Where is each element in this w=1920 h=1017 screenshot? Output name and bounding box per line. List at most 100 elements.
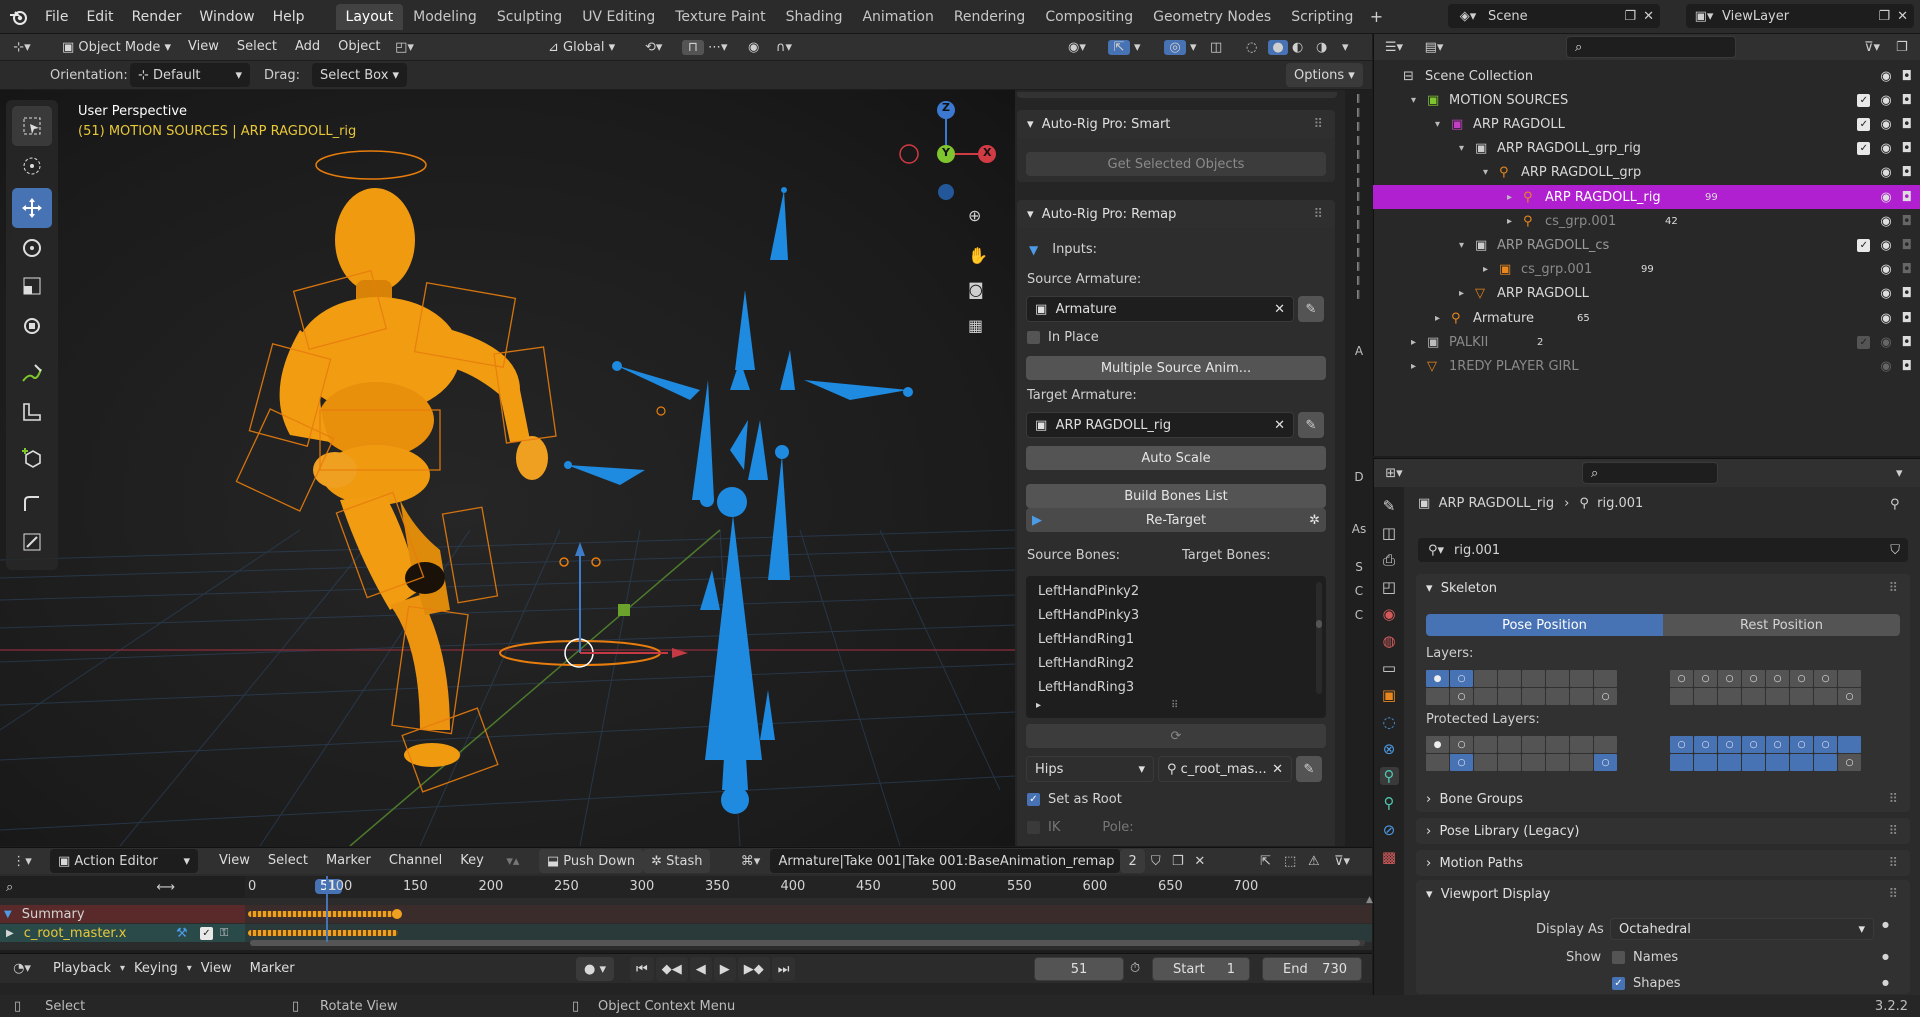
workspace-tab-shading[interactable]: Shading <box>776 4 853 30</box>
play-icon[interactable]: ▶ <box>713 957 736 981</box>
eye-icon[interactable]: ◉ <box>1880 214 1891 229</box>
snap-target-icon[interactable]: ⋯▾ <box>708 40 728 55</box>
proportional-edit-icon[interactable]: ◉ <box>748 40 759 55</box>
sidebar-tab-stack[interactable]: ∥ ∥ ∥ ∥ ∥ ∥ ∥ ∥ ∥ ∥ ∥ ∥ ∥ ∥ ∥ <box>1347 94 1369 334</box>
list-resize-handle-icon[interactable]: ⠿ <box>1171 700 1178 711</box>
keyframe-end-dot[interactable] <box>392 909 402 919</box>
new-scene-icon[interactable]: ❐ <box>1624 9 1636 24</box>
play-reverse-icon[interactable]: ◀ <box>689 957 712 981</box>
horizontal-scrollbar[interactable] <box>250 940 1365 946</box>
drag-handle-icon[interactable]: ⠿ <box>1888 856 1898 871</box>
cursor-tool-icon[interactable] <box>12 146 52 186</box>
show-hidden-icon[interactable]: ⬚ <box>1284 854 1296 869</box>
zoom-icon[interactable]: ⊕ <box>968 206 981 225</box>
transform-tool-icon[interactable] <box>12 306 52 346</box>
vp-menu-select[interactable]: Select <box>228 34 286 60</box>
transform-orientation-dropdown[interactable]: ⊿ Global ▾ <box>540 35 624 59</box>
options-dropdown[interactable]: Options ▾ <box>1286 63 1363 87</box>
display-as-dropdown[interactable]: Octahedral ▾ <box>1610 918 1874 940</box>
channel-checkbox[interactable]: ✓ <box>200 927 213 940</box>
inputs-toggle[interactable]: ▼ Inputs: <box>1029 242 1097 257</box>
material-shading-icon[interactable]: ◐ <box>1292 40 1303 55</box>
armature-data-block[interactable]: ⚲▾ rig.001 ⛉ <box>1418 538 1908 562</box>
protected-layers-grid-a[interactable]: ● ○ ○ ○ <box>1426 736 1617 771</box>
drag-handle-icon[interactable]: ⠿ <box>1313 117 1323 132</box>
outliner-row-arp-ragdoll[interactable]: ▾ ▣ ARP RAGDOLL ✓ ◉ ◘ <box>1373 112 1920 136</box>
unlink-action-icon[interactable]: ✕ <box>1189 854 1211 869</box>
properties-editor-icon[interactable]: ⊞▾ <box>1374 466 1414 481</box>
fake-user-icon[interactable]: ⛉ <box>1145 854 1167 869</box>
drag-handle-icon[interactable]: ⠿ <box>1888 887 1898 902</box>
list-item[interactable]: LeftHandPinky3 <box>1038 608 1139 623</box>
ae-menu-channel[interactable]: Channel <box>380 848 451 874</box>
sidebar-tab-s[interactable]: S <box>1347 560 1371 574</box>
camera-icon[interactable]: ◘ <box>1902 335 1912 350</box>
sidebar-tab-c[interactable]: C <box>1347 584 1371 598</box>
bones-list[interactable]: LeftHandPinky2 LeftHandPinky3 LeftHandRi… <box>1026 576 1326 718</box>
layer-arrows-icon[interactable]: ▾▴ <box>493 854 533 869</box>
jump-end-icon[interactable]: ⏭ <box>771 957 796 981</box>
channel-keyframe-strip[interactable] <box>248 930 398 936</box>
properties-search[interactable]: ⌕ <box>1582 462 1718 484</box>
stash-button[interactable]: ✲ Stash <box>643 849 711 873</box>
source-armature-field[interactable]: ▣ Armature ✕ <box>1026 296 1294 322</box>
eye-icon[interactable]: ◉ <box>1880 262 1891 277</box>
expand-arrow-icon[interactable]: ▼ <box>4 909 12 920</box>
eye-icon[interactable]: ◉ <box>1880 335 1891 350</box>
tool-tab-icon[interactable]: ✎ <box>1383 497 1396 515</box>
gizmos-dropdown-icon[interactable]: ▾ <box>1134 40 1141 55</box>
viewlayer-selector[interactable]: ▣▾ ViewLayer ❐ ✕ <box>1686 4 1914 28</box>
swap-arrows-icon[interactable]: ⟷ <box>156 880 175 895</box>
outliner-row-arp-ragdoll-grp-rig[interactable]: ▾ ▣ ARP RAGDOLL_grp_rig ✓ ◉ ◘ <box>1373 137 1920 161</box>
auto-keying-button[interactable]: ● ▾ <box>576 957 615 981</box>
gizmos-toggle-icon[interactable]: ⇱ <box>1108 39 1130 55</box>
world-tab-icon[interactable]: ◍ <box>1382 632 1395 650</box>
shapes-checkbox[interactable]: ✓ Shapes <box>1612 976 1680 991</box>
end-frame-field[interactable]: End 730 <box>1262 957 1362 981</box>
exclude-checkbox[interactable]: ✓ <box>1857 117 1871 131</box>
bone-groups-panel[interactable]: › Bone Groups ⠿ <box>1416 786 1910 812</box>
delete-scene-icon[interactable]: ✕ <box>1643 9 1654 24</box>
eye-icon[interactable]: ◉ <box>1880 93 1891 108</box>
collection-tab-icon[interactable]: ▭ <box>1382 659 1396 677</box>
wireframe-shading-icon[interactable]: ◌ <box>1246 40 1257 55</box>
vp-menu-object[interactable]: Object <box>329 34 389 60</box>
expand-arrow-icon[interactable]: ▸ <box>1411 337 1416 348</box>
menu-file[interactable]: File <box>36 0 77 34</box>
eye-icon[interactable]: ◉ <box>1880 238 1891 253</box>
keyframe-dot-icon[interactable]: ● <box>1882 978 1889 987</box>
overlays-dropdown-icon[interactable]: ▾ <box>1190 40 1197 55</box>
camera-icon[interactable]: ◘ <box>1902 311 1912 326</box>
outliner-row-motion-sources[interactable]: ▾ ▣ MOTION SOURCES ✓ ◉ ◘ <box>1373 88 1920 112</box>
3d-viewport[interactable]: User Perspective (51) MOTION SOURCES | A… <box>0 90 1015 846</box>
sidebar-tab-as[interactable]: As <box>1347 522 1371 536</box>
camera-icon[interactable]: ◘ <box>1902 141 1912 156</box>
source-armature[interactable] <box>564 187 913 814</box>
skeleton-header[interactable]: ▾ Skeleton ⠿ <box>1416 574 1910 602</box>
orientation-dropdown[interactable]: ⊹ Default ▾ <box>130 63 250 87</box>
ik-checkbox[interactable]: IK Pole: <box>1027 820 1134 835</box>
drag-handle-icon[interactable]: ⠿ <box>1888 824 1898 839</box>
scene-tab-icon[interactable]: ◉ <box>1382 605 1395 623</box>
workspace-tab-layout[interactable]: Layout <box>335 3 404 30</box>
drag-handle-icon[interactable]: ⠿ <box>1313 207 1323 222</box>
workspace-tab-geometry-nodes[interactable]: Geometry Nodes <box>1143 4 1281 30</box>
bone-tab-icon[interactable]: ⚲ <box>1384 794 1395 812</box>
head-controller[interactable] <box>315 150 427 180</box>
measure-tool-icon[interactable] <box>12 392 52 432</box>
render-tab-icon[interactable]: ◫ <box>1382 524 1396 542</box>
camera-icon[interactable]: ◘ <box>1902 190 1912 205</box>
overlays-toggle-icon[interactable]: ◎ <box>1164 39 1186 55</box>
pivot-icon[interactable]: ⟲▾ <box>645 40 662 55</box>
prev-keyframe-icon[interactable]: ◆◀ <box>655 957 688 981</box>
outliner-row-redy-player-girl[interactable]: ▸▽1REDY PLAYER GIRL✓◉◘ <box>1373 354 1920 378</box>
scene-selector[interactable]: ◈▾ Scene ❐ ✕ <box>1448 4 1660 28</box>
tl-menu-marker[interactable]: Marker <box>241 954 304 984</box>
action-browse-icon[interactable]: ⌘▾ <box>730 854 770 869</box>
in-place-checkbox[interactable]: In Place <box>1027 330 1099 345</box>
pan-hand-icon[interactable]: ✋ <box>968 246 988 265</box>
workspace-tab-modeling[interactable]: Modeling <box>403 4 487 30</box>
outliner-row-arp-ragdoll-mesh[interactable]: ▸▽ARP RAGDOLL✓◉◘ <box>1373 282 1920 306</box>
target-armature-field[interactable]: ▣ ARP RAGDOLL_rig ✕ <box>1026 412 1294 438</box>
menu-edit[interactable]: Edit <box>77 0 122 34</box>
